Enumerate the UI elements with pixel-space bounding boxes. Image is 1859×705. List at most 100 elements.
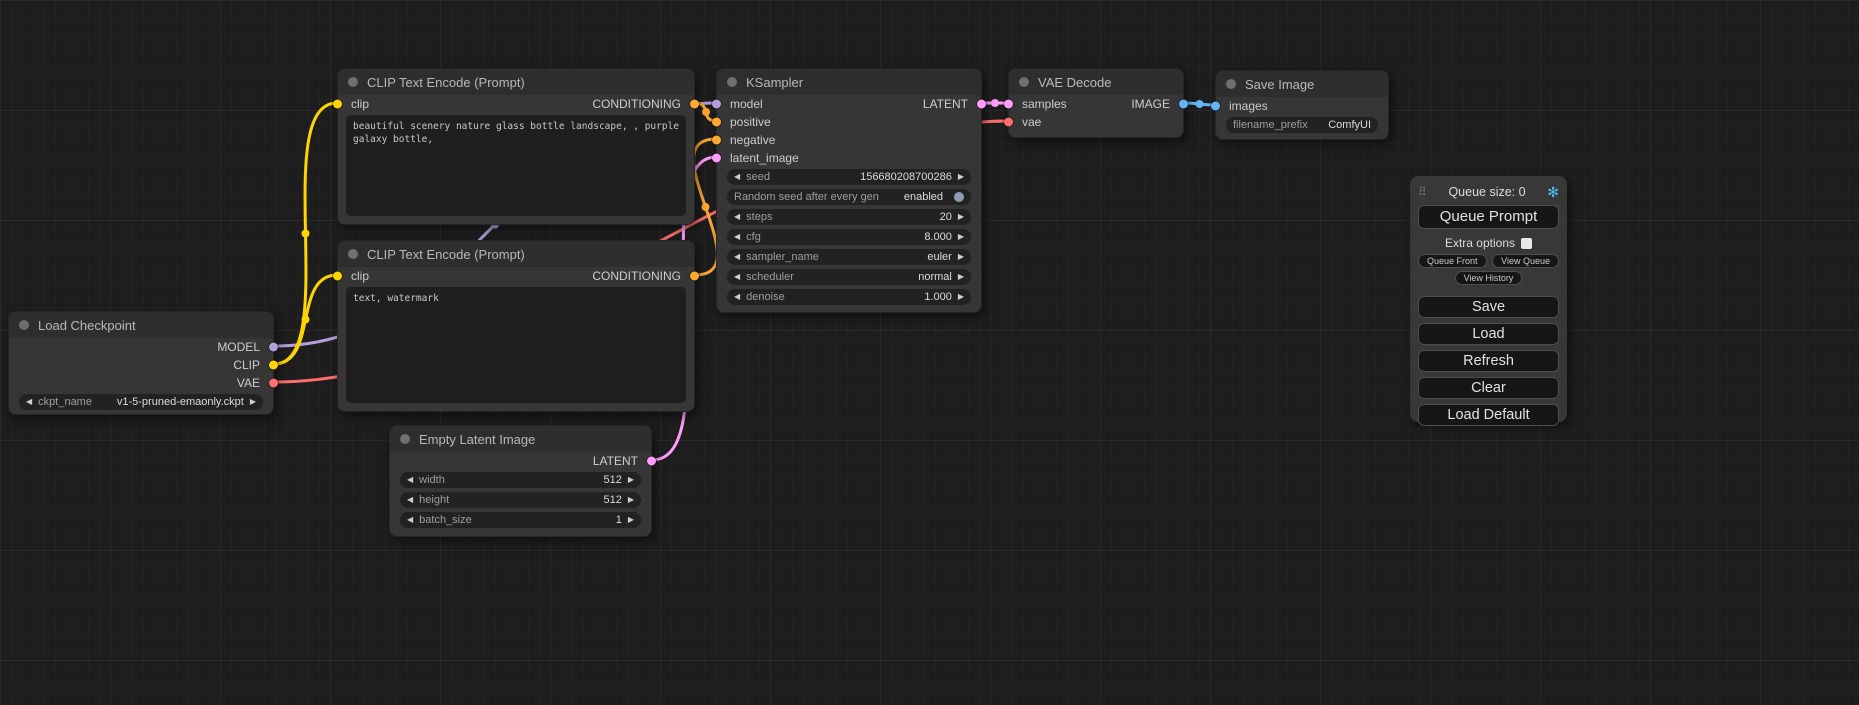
increment-arrow-icon[interactable]: ▶ [628, 496, 634, 504]
drag-handle-icon[interactable]: ⠿ [1418, 185, 1427, 199]
decrement-arrow-icon[interactable]: ◀ [734, 273, 740, 281]
node-title: CLIP Text Encode (Prompt) [367, 75, 525, 90]
node-clip-text-encode-positive[interactable]: CLIP Text Encode (Prompt) clip CONDITION… [337, 68, 695, 225]
view-queue-button[interactable]: View Queue [1492, 254, 1559, 268]
output-port-latent[interactable] [977, 100, 986, 109]
widget-random-seed-toggle[interactable]: Random seed after every gen enabled [727, 189, 971, 205]
increment-arrow-icon[interactable]: ▶ [958, 293, 964, 301]
input-label-positive: positive [717, 115, 771, 129]
collapse-dot[interactable] [19, 320, 29, 330]
increment-arrow-icon[interactable]: ▶ [958, 233, 964, 241]
widget-denoise[interactable]: ◀ denoise 1.000 ▶ [727, 289, 971, 305]
output-port-vae[interactable] [269, 379, 278, 388]
queue-front-button[interactable]: Queue Front [1418, 254, 1487, 268]
widget-steps[interactable]: ◀ steps 20 ▶ [727, 209, 971, 225]
widget-ckpt-name[interactable]: ◀ ckpt_name v1-5-pruned-emaonly.ckpt ▶ [19, 394, 263, 410]
widget-name: steps [746, 211, 772, 223]
decrement-arrow-icon[interactable]: ◀ [734, 173, 740, 181]
decrement-arrow-icon[interactable]: ◀ [407, 476, 413, 484]
node-title-bar[interactable]: KSampler [717, 69, 981, 95]
node-title-bar[interactable]: CLIP Text Encode (Prompt) [338, 69, 694, 95]
output-label-latent: LATENT [923, 97, 981, 111]
node-title-bar[interactable]: Load Checkpoint [9, 312, 273, 338]
output-port-image[interactable] [1179, 100, 1188, 109]
decrement-arrow-icon[interactable]: ◀ [734, 293, 740, 301]
io-row: vae [1009, 113, 1183, 131]
output-port-latent[interactable] [647, 457, 656, 466]
widget-value: v1-5-pruned-emaonly.ckpt [117, 396, 244, 408]
refresh-button[interactable]: Refresh [1418, 350, 1559, 372]
load-button[interactable]: Load [1418, 323, 1559, 345]
settings-gear-icon[interactable]: ✻ [1547, 185, 1559, 199]
increment-arrow-icon[interactable]: ▶ [958, 253, 964, 261]
widget-value: 8.000 [924, 231, 952, 243]
widget-name: seed [746, 171, 770, 183]
collapse-dot[interactable] [348, 77, 358, 87]
io-row: clip CONDITIONING [338, 95, 694, 113]
positive-prompt-textarea[interactable]: beautiful scenery nature glass bottle la… [346, 115, 686, 216]
node-title-bar[interactable]: Empty Latent Image [390, 426, 651, 452]
decrement-arrow-icon[interactable]: ◀ [407, 516, 413, 524]
input-port-negative[interactable] [712, 136, 721, 145]
node-clip-text-encode-negative[interactable]: CLIP Text Encode (Prompt) clip CONDITION… [337, 240, 695, 412]
decrement-arrow-icon[interactable]: ◀ [734, 233, 740, 241]
queue-prompt-button[interactable]: Queue Prompt [1418, 205, 1559, 229]
input-port-model[interactable] [712, 100, 721, 109]
collapse-dot[interactable] [400, 434, 410, 444]
output-port-conditioning[interactable] [690, 100, 699, 109]
io-row: latent_image [717, 149, 981, 167]
widget-batch-size[interactable]: ◀ batch_size 1 ▶ [400, 512, 641, 528]
increment-arrow-icon[interactable]: ▶ [958, 273, 964, 281]
widget-height[interactable]: ◀ height 512 ▶ [400, 492, 641, 508]
widget-value: euler [927, 251, 951, 263]
node-empty-latent-image[interactable]: Empty Latent Image LATENT ◀ width 512 ▶ … [389, 425, 652, 537]
widget-cfg[interactable]: ◀ cfg 8.000 ▶ [727, 229, 971, 245]
collapse-dot[interactable] [348, 249, 358, 259]
node-title-bar[interactable]: VAE Decode [1009, 69, 1183, 95]
decrement-arrow-icon[interactable]: ◀ [26, 398, 32, 406]
input-port-samples[interactable] [1004, 100, 1013, 109]
widget-filename-prefix[interactable]: filename_prefix ComfyUI [1226, 117, 1378, 133]
collapse-dot[interactable] [727, 77, 737, 87]
increment-arrow-icon[interactable]: ▶ [628, 516, 634, 524]
input-port-clip[interactable] [333, 100, 342, 109]
collapse-dot[interactable] [1019, 77, 1029, 87]
increment-arrow-icon[interactable]: ▶ [958, 173, 964, 181]
input-port-latent-image[interactable] [712, 154, 721, 163]
decrement-arrow-icon[interactable]: ◀ [734, 213, 740, 221]
clear-button[interactable]: Clear [1418, 377, 1559, 399]
view-history-button[interactable]: View History [1455, 271, 1523, 285]
input-port-clip[interactable] [333, 272, 342, 281]
increment-arrow-icon[interactable]: ▶ [250, 398, 256, 406]
input-port-positive[interactable] [712, 118, 721, 127]
load-default-button[interactable]: Load Default [1418, 404, 1559, 426]
widget-seed[interactable]: ◀ seed 156680208700286 ▶ [727, 169, 971, 185]
node-title: KSampler [746, 75, 803, 90]
input-port-images[interactable] [1211, 102, 1220, 111]
output-port-model[interactable] [269, 343, 278, 352]
widget-width[interactable]: ◀ width 512 ▶ [400, 472, 641, 488]
negative-prompt-textarea[interactable]: text, watermark [346, 287, 686, 403]
input-port-vae[interactable] [1004, 118, 1013, 127]
extra-options-checkbox[interactable] [1521, 238, 1532, 249]
output-port-conditioning[interactable] [690, 272, 699, 281]
node-title-bar[interactable]: CLIP Text Encode (Prompt) [338, 241, 694, 267]
toggle-knob-icon[interactable] [954, 192, 964, 202]
save-button[interactable]: Save [1418, 296, 1559, 318]
node-load-checkpoint[interactable]: Load Checkpoint MODEL CLIP VAE ◀ ckpt_na… [8, 311, 274, 415]
collapse-dot[interactable] [1226, 79, 1236, 89]
widget-sampler-name[interactable]: ◀ sampler_name euler ▶ [727, 249, 971, 265]
decrement-arrow-icon[interactable]: ◀ [734, 253, 740, 261]
input-label-negative: negative [717, 133, 775, 147]
node-title-bar[interactable]: Save Image [1216, 71, 1388, 97]
extra-options-label: Extra options [1445, 236, 1515, 250]
node-vae-decode[interactable]: VAE Decode samples IMAGE vae [1008, 68, 1184, 138]
increment-arrow-icon[interactable]: ▶ [958, 213, 964, 221]
increment-arrow-icon[interactable]: ▶ [628, 476, 634, 484]
node-save-image[interactable]: Save Image images filename_prefix ComfyU… [1215, 70, 1389, 140]
output-port-clip[interactable] [269, 361, 278, 370]
decrement-arrow-icon[interactable]: ◀ [407, 496, 413, 504]
node-ksampler[interactable]: KSampler model LATENT positive negative … [716, 68, 982, 313]
widget-scheduler[interactable]: ◀ scheduler normal ▶ [727, 269, 971, 285]
widget-value: 20 [940, 211, 952, 223]
